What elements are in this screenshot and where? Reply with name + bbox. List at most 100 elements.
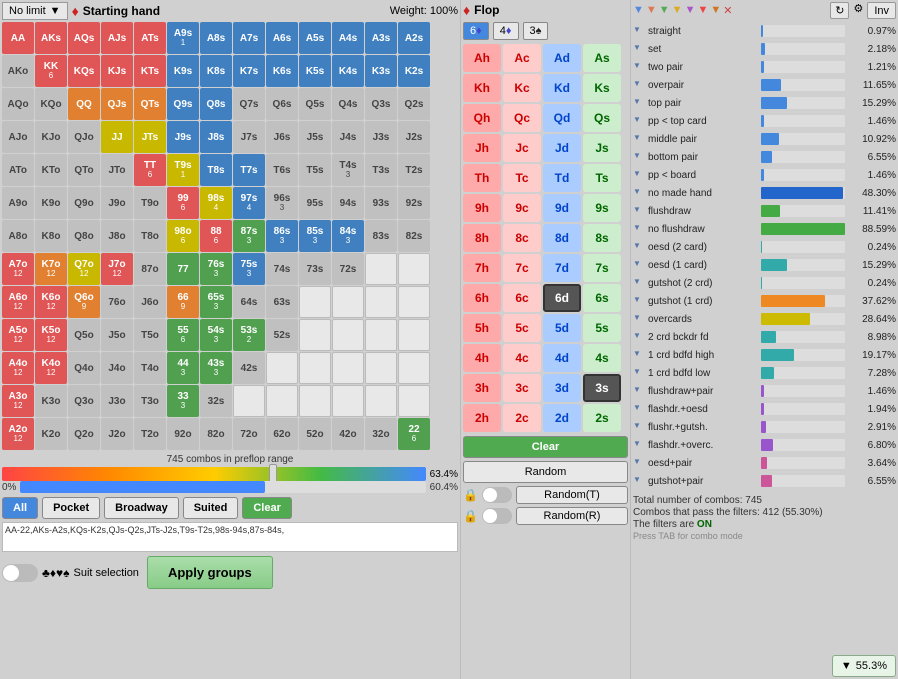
hand-cell[interactable]: ATs — [134, 22, 166, 54]
hand-cell[interactable]: A2o12 — [2, 418, 34, 450]
hand-cell[interactable]: 669 — [167, 286, 199, 318]
hand-cell[interactable]: Q6o9 — [68, 286, 100, 318]
card-Jc[interactable]: Jc — [503, 134, 541, 162]
hand-cell[interactable]: 333 — [167, 385, 199, 417]
hand-cell[interactable]: J7s — [233, 121, 265, 153]
all-button[interactable]: All — [2, 497, 38, 519]
hand-cell[interactable]: A3s — [365, 22, 397, 54]
pocket-button[interactable]: Pocket — [42, 497, 100, 519]
filter-icon-1[interactable]: ▼ — [633, 4, 644, 17]
hand-cell[interactable]: K7s — [233, 55, 265, 87]
hand-cell[interactable]: K4s — [332, 55, 364, 87]
hand-cell[interactable]: K4o12 — [35, 352, 67, 384]
hand-cell[interactable]: J9o — [101, 187, 133, 219]
hand-cell[interactable]: 53s2 — [233, 319, 265, 351]
hand-cell[interactable]: Q2s — [398, 88, 430, 120]
filter-result-button[interactable]: ▼ 55.3% — [832, 655, 896, 677]
hand-cell[interactable]: KK6 — [35, 55, 67, 87]
lock-toggle-T[interactable] — [482, 487, 512, 503]
hand-cell[interactable]: T3s — [365, 154, 397, 186]
hand-cell[interactable]: 32o — [365, 418, 397, 450]
hand-cell[interactable]: T6s — [266, 154, 298, 186]
inv-button[interactable]: Inv — [867, 2, 896, 19]
card-5s[interactable]: 5s — [583, 314, 621, 342]
card-6c[interactable]: 6c — [503, 284, 541, 312]
card-4s[interactable]: 4s — [583, 344, 621, 372]
hand-cell[interactable]: J8s — [200, 121, 232, 153]
card-9s[interactable]: 9s — [583, 194, 621, 222]
card-Jd[interactable]: Jd — [543, 134, 581, 162]
hand-cell[interactable]: QJo — [68, 121, 100, 153]
stat-filter-icon[interactable]: ▼ — [633, 241, 645, 253]
card-3s[interactable]: 3s — [583, 374, 621, 402]
hand-cell[interactable]: KTo — [35, 154, 67, 186]
card-Td[interactable]: Td — [543, 164, 581, 192]
clear-button[interactable]: Clear — [242, 497, 292, 519]
stat-filter-icon[interactable]: ▼ — [633, 313, 645, 325]
hand-cell[interactable]: Q9s — [167, 88, 199, 120]
hand-cell[interactable]: J5o — [101, 319, 133, 351]
card-5d[interactable]: 5d — [543, 314, 581, 342]
card-8d[interactable]: 8d — [543, 224, 581, 252]
hand-cell[interactable]: 556 — [167, 319, 199, 351]
card-8h[interactable]: 8h — [463, 224, 501, 252]
card-As[interactable]: As — [583, 44, 621, 72]
card-7h[interactable]: 7h — [463, 254, 501, 282]
suit-btn-3s[interactable]: 3♠ — [523, 22, 549, 40]
hand-cell[interactable]: 52o — [299, 418, 331, 450]
hand-cell[interactable]: JTs — [134, 121, 166, 153]
hand-cell[interactable]: T5s — [299, 154, 331, 186]
hand-cell[interactable]: KQs — [68, 55, 100, 87]
hand-cell[interactable]: AKs — [35, 22, 67, 54]
hand-cell[interactable]: KTs — [134, 55, 166, 87]
card-Jh[interactable]: Jh — [463, 134, 501, 162]
card-Ts[interactable]: Ts — [583, 164, 621, 192]
hand-cell[interactable]: K6s — [266, 55, 298, 87]
hand-cell[interactable]: 97s4 — [233, 187, 265, 219]
hand-cell[interactable]: 83s — [365, 220, 397, 252]
hand-cell[interactable]: Q4s — [332, 88, 364, 120]
card-Kd[interactable]: Kd — [543, 74, 581, 102]
hand-cell[interactable]: 77 — [167, 253, 199, 285]
hand-cell[interactable]: QJs — [101, 88, 133, 120]
card-Qc[interactable]: Qc — [503, 104, 541, 132]
card-2s[interactable]: 2s — [583, 404, 621, 432]
hand-cell[interactable]: 62o — [266, 418, 298, 450]
filter-icon-4[interactable]: ▼ — [672, 4, 683, 17]
flop-randomR-button[interactable]: Random(R) — [516, 507, 628, 525]
hand-cell[interactable]: 98s4 — [200, 187, 232, 219]
hand-cell[interactable]: J7o12 — [101, 253, 133, 285]
card-Th[interactable]: Th — [463, 164, 501, 192]
hand-cell[interactable]: J3o — [101, 385, 133, 417]
card-5c[interactable]: 5c — [503, 314, 541, 342]
apply-groups-button[interactable]: Apply groups — [147, 556, 273, 589]
hand-cell[interactable]: QTs — [134, 88, 166, 120]
hand-cell[interactable]: KQo — [35, 88, 67, 120]
percent-bar[interactable] — [20, 481, 425, 493]
stat-filter-icon[interactable]: ▼ — [633, 475, 645, 487]
hand-cell[interactable]: 52s — [266, 319, 298, 351]
card-4d[interactable]: 4d — [543, 344, 581, 372]
card-9d[interactable]: 9d — [543, 194, 581, 222]
hand-cell[interactable]: J4s — [332, 121, 364, 153]
hand-cell[interactable]: AJo — [2, 121, 34, 153]
stat-filter-icon[interactable]: ▼ — [633, 349, 645, 361]
hand-cell[interactable]: 87o — [134, 253, 166, 285]
hand-cell[interactable]: AJs — [101, 22, 133, 54]
stat-filter-icon[interactable]: ▼ — [633, 403, 645, 415]
hand-cell[interactable]: AQs — [68, 22, 100, 54]
hand-cell[interactable]: 82o — [200, 418, 232, 450]
card-7s[interactable]: 7s — [583, 254, 621, 282]
card-Qh[interactable]: Qh — [463, 104, 501, 132]
hand-cell[interactable]: QTo — [68, 154, 100, 186]
stat-filter-icon[interactable]: ▼ — [633, 97, 645, 109]
hand-cell[interactable]: JJ — [101, 121, 133, 153]
suit-selection-toggle[interactable] — [2, 564, 38, 582]
stat-filter-icon[interactable]: ▼ — [633, 61, 645, 73]
hand-cell[interactable]: 95s — [299, 187, 331, 219]
hand-cell[interactable]: Q3s — [365, 88, 397, 120]
hand-cell[interactable]: T9s1 — [167, 154, 199, 186]
hand-cell[interactable]: Q6s — [266, 88, 298, 120]
stat-filter-icon[interactable]: ▼ — [633, 295, 645, 307]
hand-cell[interactable]: A3o12 — [2, 385, 34, 417]
